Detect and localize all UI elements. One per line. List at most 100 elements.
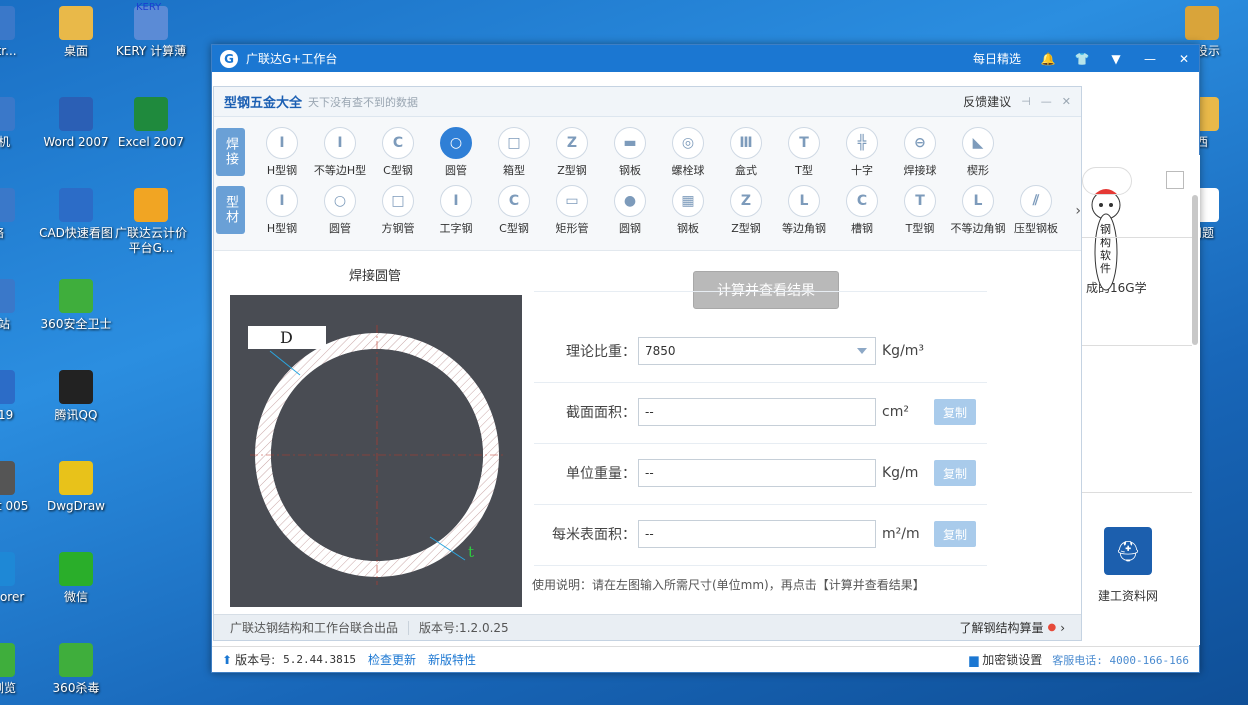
shape-item[interactable]: ● 圆钢 [601, 181, 659, 236]
desktop-icon[interactable]: DwgDraw [38, 461, 114, 514]
check-update-link[interactable]: 检查更新 [368, 651, 416, 668]
shape-item[interactable]: Ⅲ 盒式 [717, 123, 775, 178]
chevron-down-icon[interactable] [857, 348, 867, 354]
shape-item[interactable]: T T型 [775, 123, 833, 178]
shape-item[interactable]: ▬ 钢板 [601, 123, 659, 178]
shape-item[interactable]: I 不等边H型 [311, 123, 369, 178]
field-row: 理论比重： 7850 Kg/m³ [534, 337, 994, 365]
desktop-icon[interactable]: 全浏览 [0, 643, 36, 696]
shape-icon: C [382, 127, 414, 159]
desktop-icon[interactable]: KERY 计算薄 [113, 6, 189, 59]
desktop-icon[interactable]: CAD快速看图 [38, 188, 114, 241]
grid-icon[interactable] [1166, 171, 1184, 189]
minimize-icon[interactable]: — [1143, 52, 1157, 66]
desktop-icon[interactable]: 腾讯QQ [38, 370, 114, 423]
shape-icon: C [846, 185, 878, 217]
shape-item[interactable]: ◎ 螺栓球 [659, 123, 717, 178]
side-scrollbar[interactable] [1192, 195, 1198, 345]
thickness-input[interactable]: t [468, 543, 474, 561]
desktop-icon[interactable]: 2019 [0, 370, 36, 423]
shape-item[interactable]: ▦ 钢板 [659, 181, 717, 236]
shape-item[interactable]: L 等边角钢 [775, 181, 833, 236]
new-features-link[interactable]: 新版特性 [428, 651, 476, 668]
desktop-icon[interactable]: 算机 [0, 97, 36, 150]
calculate-button[interactable]: 计算并查看结果 [693, 271, 839, 309]
density-select[interactable]: 7850 [638, 337, 876, 365]
desktop-icon[interactable]: Excel 2007 [113, 97, 189, 150]
field-unit: Kg/m³ [882, 343, 925, 359]
shape-item[interactable]: I H型钢 [253, 181, 311, 236]
diameter-input[interactable]: D [248, 326, 326, 349]
shape-item[interactable]: I H型钢 [253, 123, 311, 178]
shape-item[interactable]: □ 箱型 [485, 123, 543, 178]
shape-item[interactable]: ▭ 矩形管 [543, 181, 601, 236]
desktop-icon[interactable]: Word 2007 [38, 97, 114, 150]
shape-item[interactable]: ○ 圆管 [427, 123, 485, 178]
shape-icon: I [324, 127, 356, 159]
host-titlebar: G 广联达G+工作台 每日精选 🔔 👕 ▼ — ✕ [212, 45, 1199, 72]
producer-text: 广联达钢结构和工作台联合出品 [230, 621, 399, 635]
kery-tag: KERY [136, 2, 162, 13]
chevron-right-icon[interactable]: › [1075, 203, 1081, 219]
app-icon [0, 370, 15, 404]
close-icon[interactable]: ✕ [1177, 52, 1191, 66]
feedback-link[interactable]: 反馈建议 [963, 93, 1011, 110]
menu-dropdown-icon[interactable]: ▼ [1109, 52, 1123, 66]
desktop-icon[interactable]: nistr... [0, 6, 36, 59]
shape-item[interactable]: ◣ 楔形 [949, 123, 1007, 178]
desktop-icon[interactable]: serJet 005 [0, 461, 36, 514]
desktop-icon-label: KERY 计算薄 [115, 44, 187, 58]
shape-item[interactable]: C C型钢 [485, 181, 543, 236]
jiangong-site-icon[interactable]: ⛑ [1104, 527, 1152, 575]
shape-item[interactable]: Z Z型钢 [717, 181, 775, 236]
bell-icon[interactable]: 🔔 [1041, 52, 1056, 66]
desktop-icon[interactable]: 桌面 [38, 6, 114, 59]
desktop-icon[interactable]: 微信 [38, 552, 114, 605]
shape-icon: □ [498, 127, 530, 159]
result-field[interactable]: -- [638, 398, 876, 426]
shape-item[interactable]: ○ 圆管 [311, 181, 369, 236]
shape-icon: □ [382, 185, 414, 217]
desktop-icon[interactable]: 360安全卫士 [38, 279, 114, 332]
learn-more-link[interactable]: 了解钢结构算量 ● › [959, 619, 1065, 636]
shape-item[interactable]: C C型钢 [369, 123, 427, 178]
shirt-icon[interactable]: 👕 [1075, 52, 1090, 66]
minimize-icon[interactable]: — [1041, 95, 1052, 108]
jiangong-site-label[interactable]: 建工资料网 [1098, 587, 1158, 604]
shape-item[interactable]: T T型钢 [891, 181, 949, 236]
copy-button[interactable]: 复制 [934, 399, 976, 425]
pin-icon[interactable]: ⊣ [1021, 95, 1031, 108]
shape-item[interactable]: Z Z型钢 [543, 123, 601, 178]
shape-label: 圆钢 [619, 222, 641, 235]
shape-item[interactable]: ⊖ 焊接球 [891, 123, 949, 178]
shape-item[interactable]: C 槽钢 [833, 181, 891, 236]
category-row-profiles: 型材 I H型钢 ○ 圆管 □ 方钢管 I 工字钢 C C型钢 ▭ 矩形管 ● 圆钢 ▦ 钢板 Z Z型钢 L 等边角… [214, 181, 1083, 239]
search-box[interactable] [1082, 167, 1132, 195]
app-icon [0, 97, 15, 131]
desktop-icon[interactable]: 收站 [0, 279, 36, 332]
desktop-icon-label: 2019 [0, 408, 14, 422]
lock-settings[interactable]: ▆ 加密锁设置 [969, 651, 1042, 668]
shape-icon: T [788, 127, 820, 159]
desktop-icon[interactable]: 广联达云计价平台G... [113, 188, 189, 256]
shape-item[interactable]: ⫽ 压型钢板 [1007, 181, 1065, 236]
desktop-icon[interactable]: rnet orer [0, 552, 36, 605]
copy-button[interactable]: 复制 [934, 521, 976, 547]
daily-picks-link[interactable]: 每日精选 [973, 50, 1021, 67]
shape-item[interactable]: I 工字钢 [427, 181, 485, 236]
shape-label: 圆管 [445, 164, 467, 177]
desktop-icon-label: DwgDraw [46, 499, 105, 513]
shape-item[interactable]: □ 方钢管 [369, 181, 427, 236]
desktop-icon[interactable]: 360杀毒 [38, 643, 114, 696]
result-field[interactable]: -- [638, 459, 876, 487]
shape-item[interactable]: L 不等边角钢 [949, 181, 1007, 236]
result-field[interactable]: -- [638, 520, 876, 548]
field-label: 理论比重： [566, 344, 636, 360]
shape-label: 槽钢 [851, 222, 873, 235]
desktop-icon[interactable]: 络 [0, 188, 36, 241]
shape-item[interactable]: ╬ 十字 [833, 123, 891, 178]
lock-icon: ▆ [969, 653, 979, 667]
copy-button[interactable]: 复制 [934, 460, 976, 486]
close-icon[interactable]: ✕ [1062, 95, 1071, 108]
tool-version: 版本号:1.2.0.25 [419, 621, 509, 635]
